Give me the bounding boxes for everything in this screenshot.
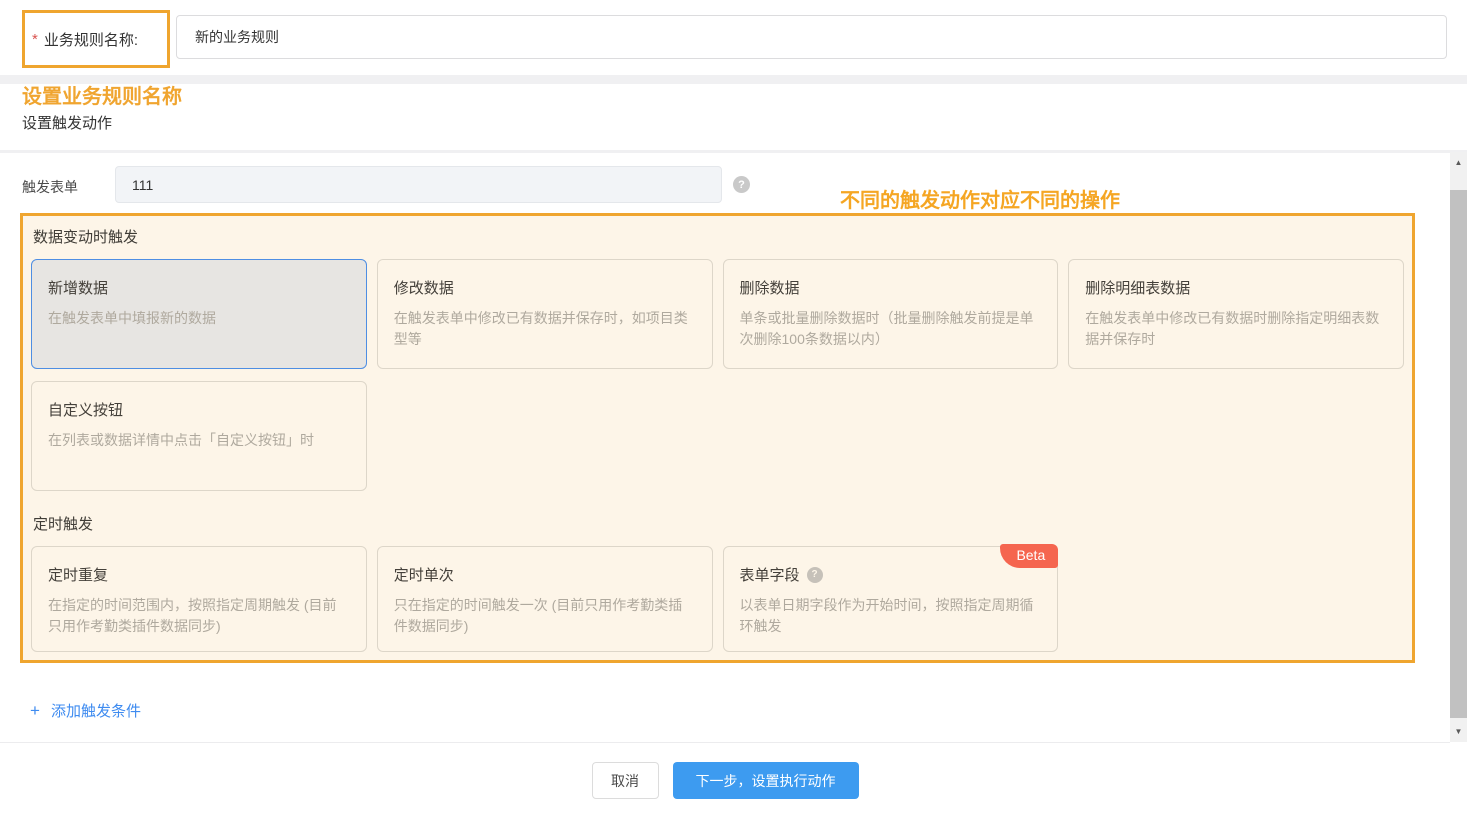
section-title-timed: 定时触发	[33, 513, 1404, 534]
annotation-note-text: 不同的触发动作对应不同的操作	[840, 184, 1120, 213]
trigger-card-timed-repeat[interactable]: 定时重复 在指定的时间范围内，按照指定周期触发 (目前只用作考勤类插件数据同步)	[31, 546, 367, 652]
cancel-button[interactable]: 取消	[592, 762, 659, 799]
card-title: 定时重复	[48, 564, 350, 585]
add-trigger-condition-label: 添加触发条件	[51, 700, 141, 721]
trigger-card-form-field[interactable]: Beta 表单字段 ? 以表单日期字段作为开始时间，按照指定周期循环触发	[723, 546, 1059, 652]
trigger-form-label: 触发表单	[22, 177, 78, 197]
trigger-card-timed-once[interactable]: 定时单次 只在指定的时间触发一次 (目前只用作考勤类插件数据同步)	[377, 546, 713, 652]
card-title: 新增数据	[48, 277, 350, 298]
card-desc: 在列表或数据详情中点击「自定义按钮」时	[48, 430, 350, 451]
section-title-data-change: 数据变动时触发	[33, 226, 1404, 247]
footer-bar: 取消 下一步，设置执行动作	[0, 742, 1450, 818]
card-desc: 单条或批量删除数据时（批量删除触发前提是单次删除100条数据以内）	[740, 308, 1042, 350]
card-title: 自定义按钮	[48, 399, 350, 420]
rule-name-label: 业务规则名称:	[44, 29, 138, 50]
trigger-form-input[interactable]	[115, 166, 722, 203]
section-divider-2	[0, 150, 1467, 153]
trigger-card-modify-data[interactable]: 修改数据 在触发表单中修改已有数据并保存时，如项目类型等	[377, 259, 713, 369]
card-desc: 只在指定的时间触发一次 (目前只用作考勤类插件数据同步)	[394, 595, 696, 637]
beta-badge: Beta	[1000, 544, 1058, 568]
vertical-scrollbar[interactable]: ▲ ▼	[1450, 152, 1467, 742]
business-rule-editor: * 业务规则名称: 设置业务规则名称 设置触发动作 触发表单 ? 不同的触发动作…	[0, 0, 1467, 818]
card-desc: 在触发表单中修改已有数据时删除指定明细表数据并保存时	[1085, 308, 1387, 350]
next-step-button[interactable]: 下一步，设置执行动作	[673, 762, 859, 799]
set-trigger-action-title: 设置触发动作	[22, 112, 112, 133]
timed-card-grid: 定时重复 在指定的时间范围内，按照指定周期触发 (目前只用作考勤类插件数据同步)…	[31, 546, 1404, 652]
card-title: 定时单次	[394, 564, 696, 585]
card-desc: 在触发表单中填报新的数据	[48, 308, 350, 329]
card-title: 删除数据	[740, 277, 1042, 298]
trigger-card-custom-button[interactable]: 自定义按钮 在列表或数据详情中点击「自定义按钮」时	[31, 381, 367, 491]
scrollbar-thumb[interactable]	[1450, 190, 1467, 718]
data-change-card-grid: 新增数据 在触发表单中填报新的数据 修改数据 在触发表单中修改已有数据并保存时，…	[31, 259, 1404, 491]
add-trigger-condition-link[interactable]: + 添加触发条件	[30, 700, 141, 721]
scroll-down-icon[interactable]: ▼	[1450, 723, 1467, 740]
scroll-up-icon[interactable]: ▲	[1450, 154, 1467, 171]
trigger-card-add-data[interactable]: 新增数据 在触发表单中填报新的数据	[31, 259, 367, 369]
card-desc: 以表单日期字段作为开始时间，按照指定周期循环触发	[740, 595, 1042, 637]
plus-icon: +	[30, 701, 40, 721]
rule-name-input[interactable]	[176, 15, 1447, 59]
card-desc: 在触发表单中修改已有数据并保存时，如项目类型等	[394, 308, 696, 350]
card-title: 修改数据	[394, 277, 696, 298]
annotation-step1-text: 设置业务规则名称	[22, 80, 182, 109]
card-title: 删除明细表数据	[1085, 277, 1387, 298]
trigger-card-delete-data[interactable]: 删除数据 单条或批量删除数据时（批量删除触发前提是单次删除100条数据以内）	[723, 259, 1059, 369]
help-icon[interactable]: ?	[733, 176, 750, 193]
trigger-options-annotation-box: 数据变动时触发 新增数据 在触发表单中填报新的数据 修改数据 在触发表单中修改已…	[20, 213, 1415, 663]
required-asterisk: *	[32, 31, 38, 48]
section-divider	[0, 75, 1467, 84]
help-icon[interactable]: ?	[807, 567, 823, 583]
trigger-card-delete-subform-data[interactable]: 删除明细表数据 在触发表单中修改已有数据时删除指定明细表数据并保存时	[1068, 259, 1404, 369]
rule-name-label-annotation-box: * 业务规则名称:	[22, 10, 170, 68]
card-desc: 在指定的时间范围内，按照指定周期触发 (目前只用作考勤类插件数据同步)	[48, 595, 350, 637]
card-title-text: 表单字段	[740, 564, 800, 585]
card-title: 表单字段 ?	[740, 564, 1042, 585]
